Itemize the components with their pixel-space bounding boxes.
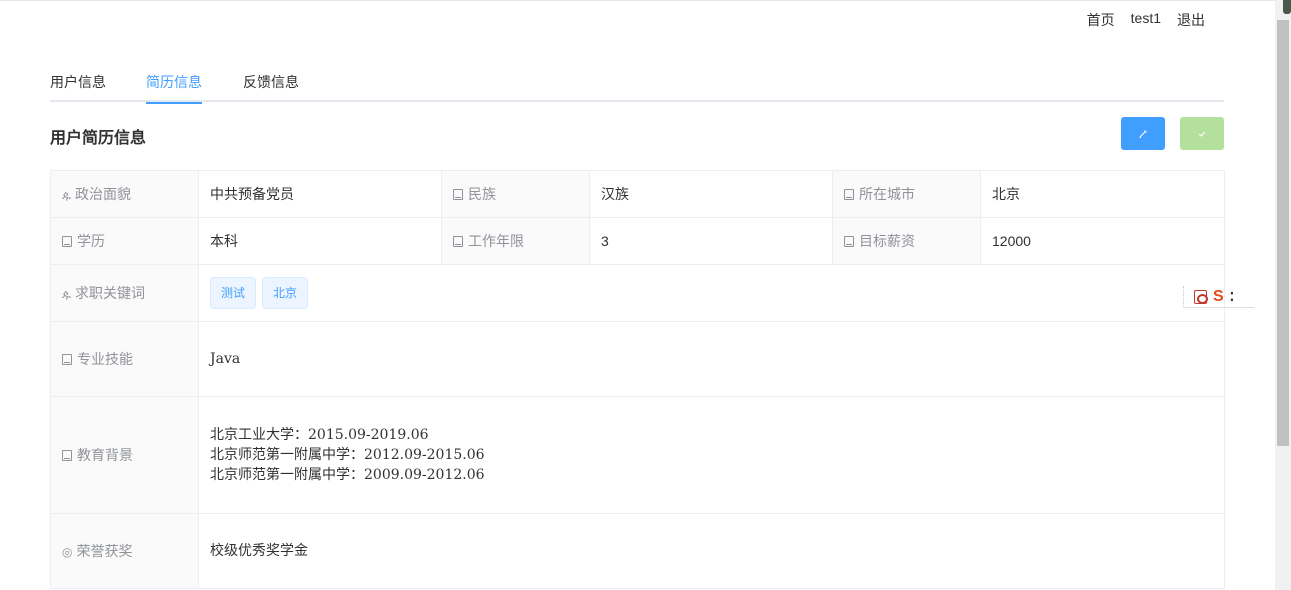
keyword-tag: 北京 [262, 277, 309, 309]
tab-bar: 用户信息 简历信息 反馈信息 [50, 70, 1224, 104]
label-nation: 民族 [441, 170, 590, 218]
scrollbar[interactable] [1275, 0, 1291, 590]
edu-line: 北京工业大学：2015.09-2019.06 [210, 427, 429, 443]
tablet-icon [844, 236, 854, 247]
edit-button[interactable] [1121, 117, 1165, 150]
top-border [0, 0, 1275, 1]
edu-line: 北京师范第一附属中学：2012.09-2015.06 [210, 447, 485, 463]
nav-home-link[interactable]: 首页 [1087, 10, 1115, 30]
label-skills: 专业技能 [50, 321, 199, 397]
user-icon: ዹ [62, 188, 71, 202]
label-work-years: 工作年限 [441, 217, 590, 265]
confirm-button[interactable] [1180, 117, 1224, 150]
value-nation: 汉族 [589, 170, 833, 218]
tablet-icon [844, 189, 854, 200]
extension-tab-icon[interactable] [1283, 0, 1291, 14]
label-edu-background: 教育背景 [50, 396, 199, 514]
table-row: ዹ 政治面貌 中共预备党员 民族 汉族 所在城市 北京 [50, 170, 1225, 218]
table-row: ዹ 求职关键词 测试 北京 [50, 264, 1225, 322]
value-edu-background: 北京工业大学：2015.09-2019.06 北京师范第一附属中学：2012.0… [198, 396, 1225, 514]
tablet-icon [62, 354, 72, 365]
check-icon [1198, 131, 1206, 137]
s-logo-icon[interactable]: S [1213, 288, 1224, 306]
table-row: 教育背景 北京工业大学：2015.09-2019.06 北京师范第一附属中学：2… [50, 396, 1225, 514]
tablet-icon [62, 236, 72, 247]
tab-user-info[interactable]: 用户信息 [50, 72, 106, 102]
value-city: 北京 [980, 170, 1225, 218]
label-city: 所在城市 [832, 170, 981, 218]
label-salary: 目标薪资 [832, 217, 981, 265]
nav-logout-link[interactable]: 退出 [1177, 10, 1205, 30]
section-title: 用户简历信息 [50, 130, 147, 147]
table-row: 专业技能 Java [50, 321, 1225, 397]
label-political: ዹ 政治面貌 [50, 170, 199, 218]
value-work-years: 3 [589, 217, 833, 265]
table-row: 学历 本科 工作年限 3 目标薪资 12000 [50, 217, 1225, 265]
floating-toolbar: S ⁚ [1183, 286, 1254, 308]
tab-resume-info[interactable]: 简历信息 [146, 72, 202, 104]
tablet-icon [453, 189, 463, 200]
top-nav: 首页 test1 退出 [1087, 10, 1205, 30]
edu-line: 北京师范第一附属中学：2009.09-2012.06 [210, 467, 485, 483]
scrollbar-thumb[interactable] [1277, 20, 1289, 446]
value-skills: Java [198, 321, 1225, 397]
label-education: 学历 [50, 217, 199, 265]
label-honors: ◎ 荣誉获奖 [50, 513, 199, 589]
location-icon: ◎ [62, 545, 73, 559]
value-political: 中共预备党员 [198, 170, 442, 218]
value-education: 本科 [198, 217, 442, 265]
more-icon[interactable]: ⁚ [1230, 290, 1235, 304]
tablet-icon [453, 236, 463, 247]
label-keywords: ዹ 求职关键词 [50, 264, 199, 322]
table-row: ◎ 荣誉获奖 校级优秀奖学金 [50, 513, 1225, 589]
value-keywords: 测试 北京 [198, 264, 1225, 322]
user-icon: ዹ [62, 287, 71, 301]
keyword-tag: 测试 [210, 277, 257, 309]
tablet-icon [62, 450, 72, 461]
tab-feedback-info[interactable]: 反馈信息 [243, 72, 299, 102]
value-salary: 12000 [980, 217, 1225, 265]
pdf-icon[interactable] [1194, 289, 1208, 304]
nav-user-link[interactable]: test1 [1131, 10, 1161, 30]
value-honors: 校级优秀奖学金 [198, 513, 1225, 589]
pencil-icon [1139, 129, 1147, 138]
resume-descriptions: ዹ 政治面貌 中共预备党员 民族 汉族 所在城市 北京 学历 本科 工作年限 3 … [50, 170, 1225, 589]
